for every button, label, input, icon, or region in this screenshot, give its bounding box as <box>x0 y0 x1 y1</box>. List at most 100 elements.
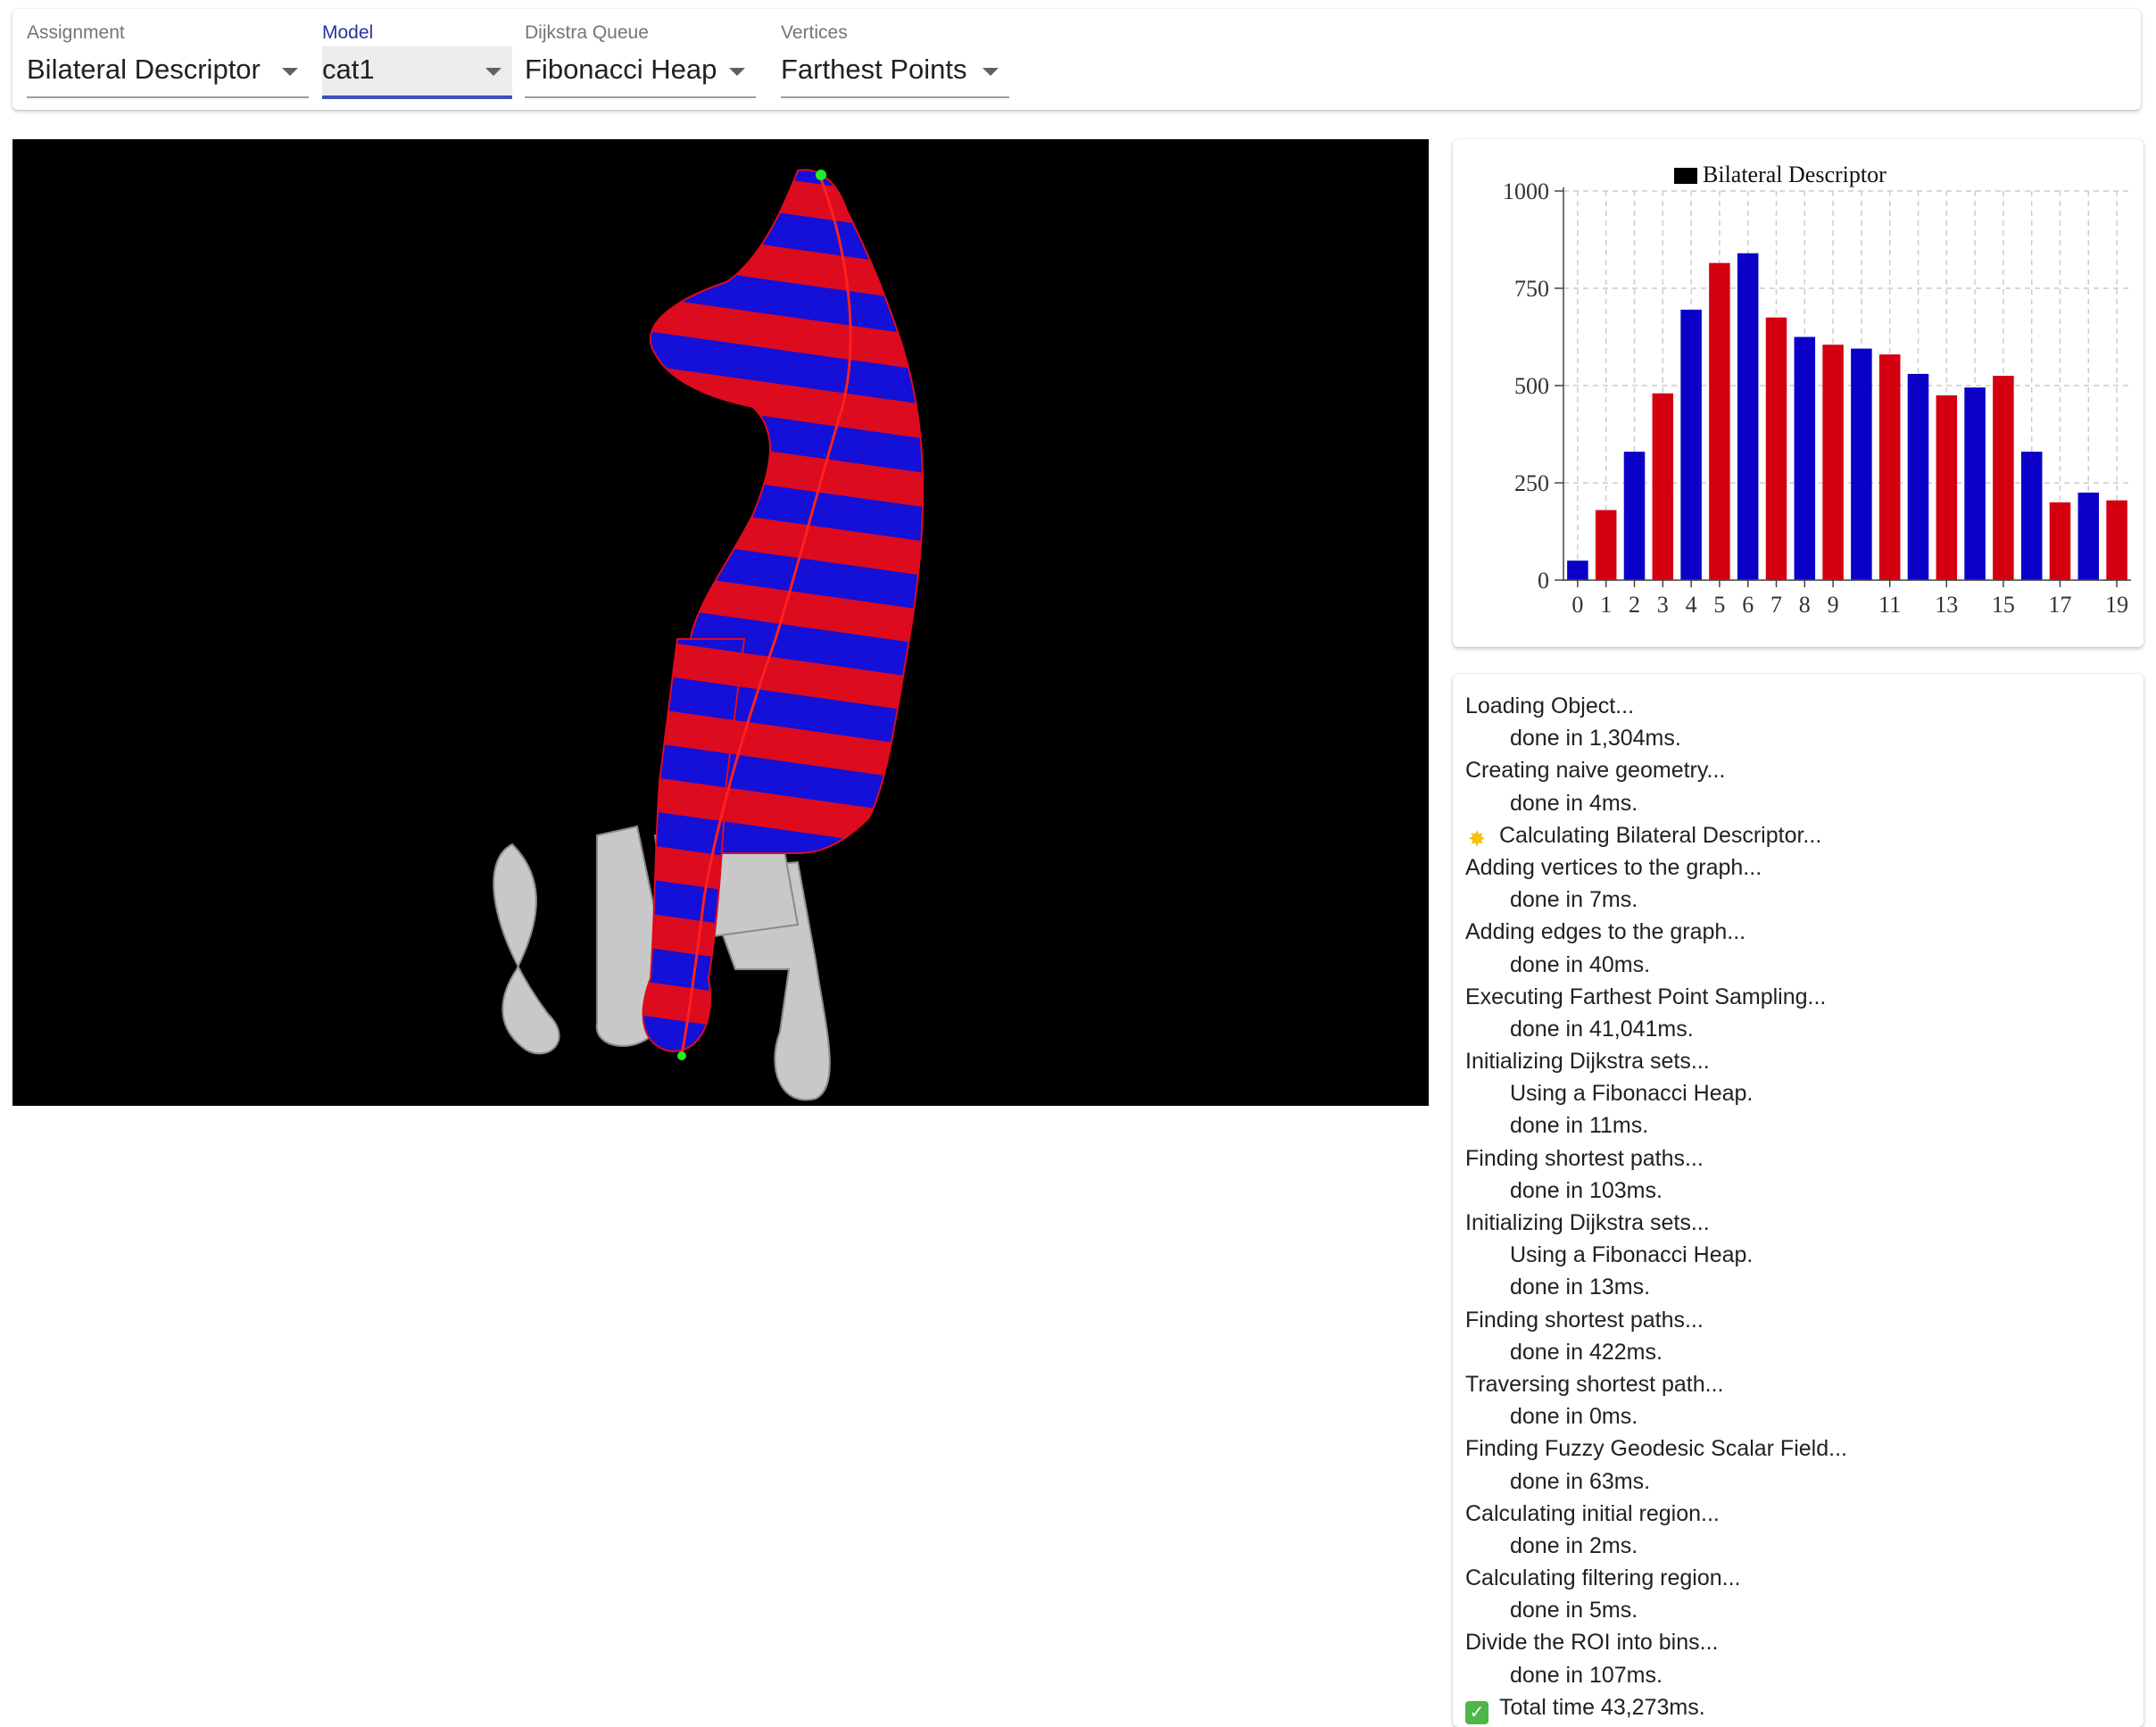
x-tick-label: 7 <box>1770 592 1782 618</box>
log-text: Creating naive geometry... <box>1465 758 1726 784</box>
histogram-bar <box>1794 336 1816 580</box>
log-line: done in 422ms. <box>1465 1336 1847 1368</box>
log-text: Calculating Bilateral Descriptor... <box>1499 822 1822 848</box>
model-select[interactable]: Model cat1 <box>322 9 512 110</box>
dijkstra-queue-value[interactable]: Fibonacci Heap <box>525 54 717 86</box>
log-line: Finding Fuzzy Geodesic Scalar Field... <box>1465 1432 1847 1465</box>
histogram-bar <box>1765 317 1787 580</box>
log-line: Using a Fibonacci Heap. <box>1465 1077 1847 1109</box>
x-tick-label: 15 <box>1992 592 2015 618</box>
toolbar: Assignment Bilateral Descriptor Model ca… <box>12 9 2141 110</box>
histogram-bar <box>2020 452 2043 580</box>
x-tick-label: 11 <box>1878 592 1901 618</box>
histogram-bar <box>1709 262 1730 580</box>
y-tick-label: 500 <box>1514 373 1549 399</box>
vertices-select[interactable]: Vertices Farthest Points <box>781 9 1009 110</box>
log-text: Finding shortest paths... <box>1465 1307 1704 1333</box>
sparkle-icon: ✸ <box>1467 826 1487 851</box>
log-text: Finding shortest paths... <box>1465 1145 1704 1171</box>
log-text: Calculating initial region... <box>1465 1500 1720 1526</box>
log-text: done in 103ms. <box>1510 1177 1663 1203</box>
chevron-down-icon[interactable] <box>485 68 502 76</box>
check-icon: ✓ <box>1465 1700 1488 1724</box>
log-text: done in 5ms. <box>1510 1598 1638 1623</box>
dijkstra-queue-select[interactable]: Dijkstra Queue Fibonacci Heap <box>525 9 756 110</box>
log-text: done in 4ms. <box>1510 790 1638 816</box>
histogram-bar <box>2049 502 2071 580</box>
histogram-card: 0 250 500 750 1000 0 1 2 3 4 5 6 7 8 9 11 13 15 17 19 Bilat… <box>1453 139 2144 647</box>
log-line: Using a Fibonacci Heap. <box>1465 1239 1847 1271</box>
dijkstra-queue-label: Dijkstra Queue <box>525 22 649 43</box>
x-tick-label: 1 <box>1600 592 1612 618</box>
log-text: Adding vertices to the graph... <box>1465 854 1762 880</box>
log-line: Traversing shortest path... <box>1465 1368 1847 1400</box>
chevron-down-icon[interactable] <box>983 68 999 76</box>
assignment-underline <box>27 96 309 98</box>
chart-grid <box>1563 190 2131 581</box>
histogram-bar <box>1652 393 1674 580</box>
log-text: done in 40ms. <box>1510 951 1651 977</box>
log-text: done in 0ms. <box>1510 1404 1638 1430</box>
log-line: done in 11ms. <box>1465 1109 1847 1142</box>
log-text: done in 422ms. <box>1510 1339 1663 1365</box>
assignment-label: Assignment <box>27 22 125 43</box>
histogram-bar <box>1822 345 1844 580</box>
assignment-value[interactable]: Bilateral Descriptor <box>27 54 261 86</box>
chevron-down-icon[interactable] <box>729 68 745 76</box>
log-line: done in 7ms. <box>1465 884 1847 916</box>
log-text: done in 63ms. <box>1510 1468 1651 1494</box>
log-line: Creating naive geometry... <box>1465 754 1847 786</box>
x-tick-label: 13 <box>1935 592 1958 618</box>
log-text: Initializing Dijkstra sets... <box>1465 1210 1710 1235</box>
log-list: Loading Object... done in 1,304ms. Creatin… <box>1465 690 1847 1724</box>
log-line: done in 41,041ms. <box>1465 1013 1847 1045</box>
legend-swatch <box>1674 168 1697 184</box>
y-tick-label: 750 <box>1514 276 1549 302</box>
cat-model-render[interactable] <box>12 139 1429 1106</box>
legend-label: Bilateral Descriptor <box>1703 162 1886 187</box>
log-text: Calculating filtering region... <box>1465 1565 1741 1591</box>
x-tick-label: 4 <box>1686 592 1697 618</box>
path-endpoint-top <box>816 170 826 180</box>
log-line: done in 2ms. <box>1465 1530 1847 1562</box>
vertices-label: Vertices <box>781 22 848 43</box>
log-line: done in 4ms. <box>1465 787 1847 819</box>
log-line: Adding vertices to the graph... <box>1465 851 1847 884</box>
log-text: done in 11ms. <box>1510 1113 1649 1139</box>
log-line: Calculating initial region... <box>1465 1498 1847 1530</box>
log-line: Adding edges to the graph... <box>1465 916 1847 948</box>
x-tick-label: 0 <box>1571 592 1583 618</box>
log-text: Finding Fuzzy Geodesic Scalar Field... <box>1465 1436 1847 1462</box>
assignment-select[interactable]: Assignment Bilateral Descriptor <box>27 9 309 110</box>
log-text: Loading Object... <box>1465 693 1635 718</box>
x-tick-label: 6 <box>1742 592 1754 618</box>
histogram-chart: 025050075010000 1 2 3 4 5 6 7 8 9 11 13 15 17 19 Bilat… <box>1503 162 2131 618</box>
log-line: Initializing Dijkstra sets... <box>1465 1045 1847 1077</box>
chart-legend: Bilateral Descriptor <box>1674 162 1886 187</box>
log-line: Finding shortest paths... <box>1465 1304 1847 1336</box>
log-text: done in 2ms. <box>1510 1532 1638 1558</box>
log-text: done in 41,041ms. <box>1510 1016 1694 1042</box>
y-tick-label: 250 <box>1514 470 1549 496</box>
dijkstra-queue-underline <box>525 96 756 98</box>
log-line: done in 107ms. <box>1465 1659 1847 1691</box>
histogram-bar <box>1737 253 1759 580</box>
histogram-bar <box>1964 387 1986 580</box>
y-tick-label: 1000 <box>1503 179 1549 204</box>
3d-viewport[interactable] <box>12 139 1429 1106</box>
vertices-value[interactable]: Farthest Points <box>781 54 966 86</box>
log-text: done in 13ms. <box>1510 1274 1651 1300</box>
x-tick-label: 2 <box>1629 592 1640 618</box>
x-tick-label: 3 <box>1657 592 1669 618</box>
log-line: done in 5ms. <box>1465 1594 1847 1626</box>
chevron-down-icon[interactable] <box>282 68 298 76</box>
log-text: done in 7ms. <box>1510 887 1638 913</box>
log-panel: Loading Object... done in 1,304ms. Creatin… <box>1453 674 2144 1727</box>
x-tick-label: 9 <box>1828 592 1839 618</box>
log-text: Executing Farthest Point Sampling... <box>1465 984 1827 1009</box>
histogram-bar <box>1851 348 1872 580</box>
log-text: Using a Fibonacci Heap. <box>1510 1242 1754 1268</box>
y-tick-label: 0 <box>1538 568 1549 594</box>
model-value[interactable]: cat1 <box>322 54 375 86</box>
histogram-bar <box>1623 452 1646 580</box>
